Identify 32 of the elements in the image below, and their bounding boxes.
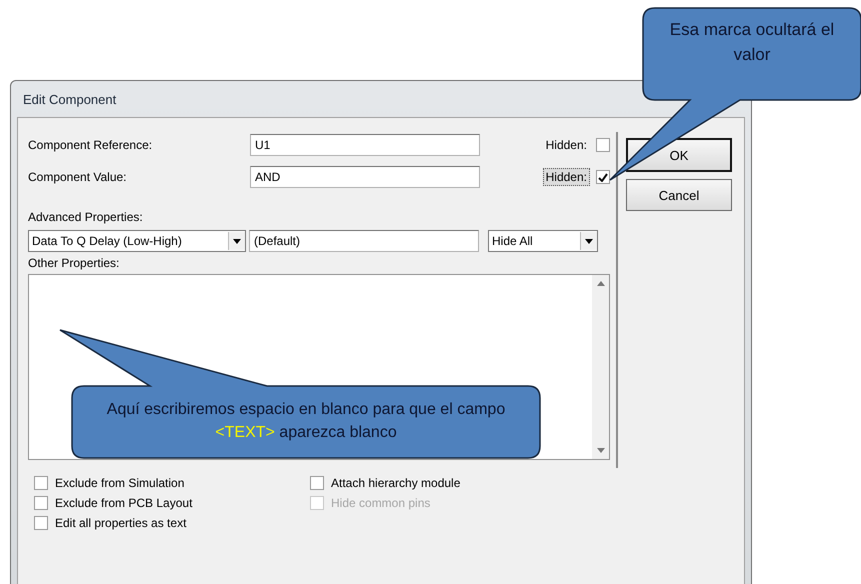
checkbox[interactable] <box>596 138 610 152</box>
field-label: Component Reference: <box>28 138 154 152</box>
field-label: Component Value: <box>28 170 128 184</box>
hidden-label: Hidden: <box>544 137 588 154</box>
checkbox-label: Exclude from Simulation <box>55 476 184 490</box>
checkbox-label: Edit all properties as text <box>55 516 186 530</box>
checkbox[interactable] <box>34 496 48 510</box>
property-dropdown[interactable]: Data To Q Delay (Low-High) <box>28 230 246 252</box>
property-value-field[interactable]: (Default) <box>249 230 479 252</box>
scroll-arrow-icon[interactable] <box>596 448 604 453</box>
section-label: Other Properties: <box>28 256 120 270</box>
scroll-arrow-icon[interactable] <box>596 281 604 286</box>
checkmark-icon <box>598 172 608 182</box>
checkbox[interactable] <box>310 476 324 490</box>
visibility-dropdown[interactable]: Hide All <box>488 230 598 252</box>
checkbox[interactable] <box>34 516 48 530</box>
scrollbar[interactable] <box>592 275 609 459</box>
callout-text: Esa marca ocultará el valor <box>668 19 836 66</box>
checkbox-label: Attach hierarchy module <box>331 476 460 490</box>
dropdown-arrow-icon[interactable] <box>585 238 593 244</box>
text-field[interactable]: U1 <box>250 134 480 156</box>
dropdown-arrow-icon[interactable] <box>233 238 241 244</box>
checkbox-label: Exclude from PCB Layout <box>55 496 192 510</box>
window-title: Edit Component <box>23 92 116 106</box>
section-label: Advanced Properties: <box>28 210 144 224</box>
checkbox[interactable] <box>596 170 610 184</box>
checkbox[interactable] <box>34 476 48 490</box>
checkbox-label: Hide common pins <box>331 496 430 510</box>
text-field[interactable]: AND <box>250 166 480 188</box>
cancel-button[interactable]: Cancel <box>626 179 732 211</box>
hidden-label: Hidden: <box>542 168 590 186</box>
callout-text: Aquí escribiremos espacio en blanco para que el campo <TEXT> aparezca blanco <box>106 400 506 444</box>
